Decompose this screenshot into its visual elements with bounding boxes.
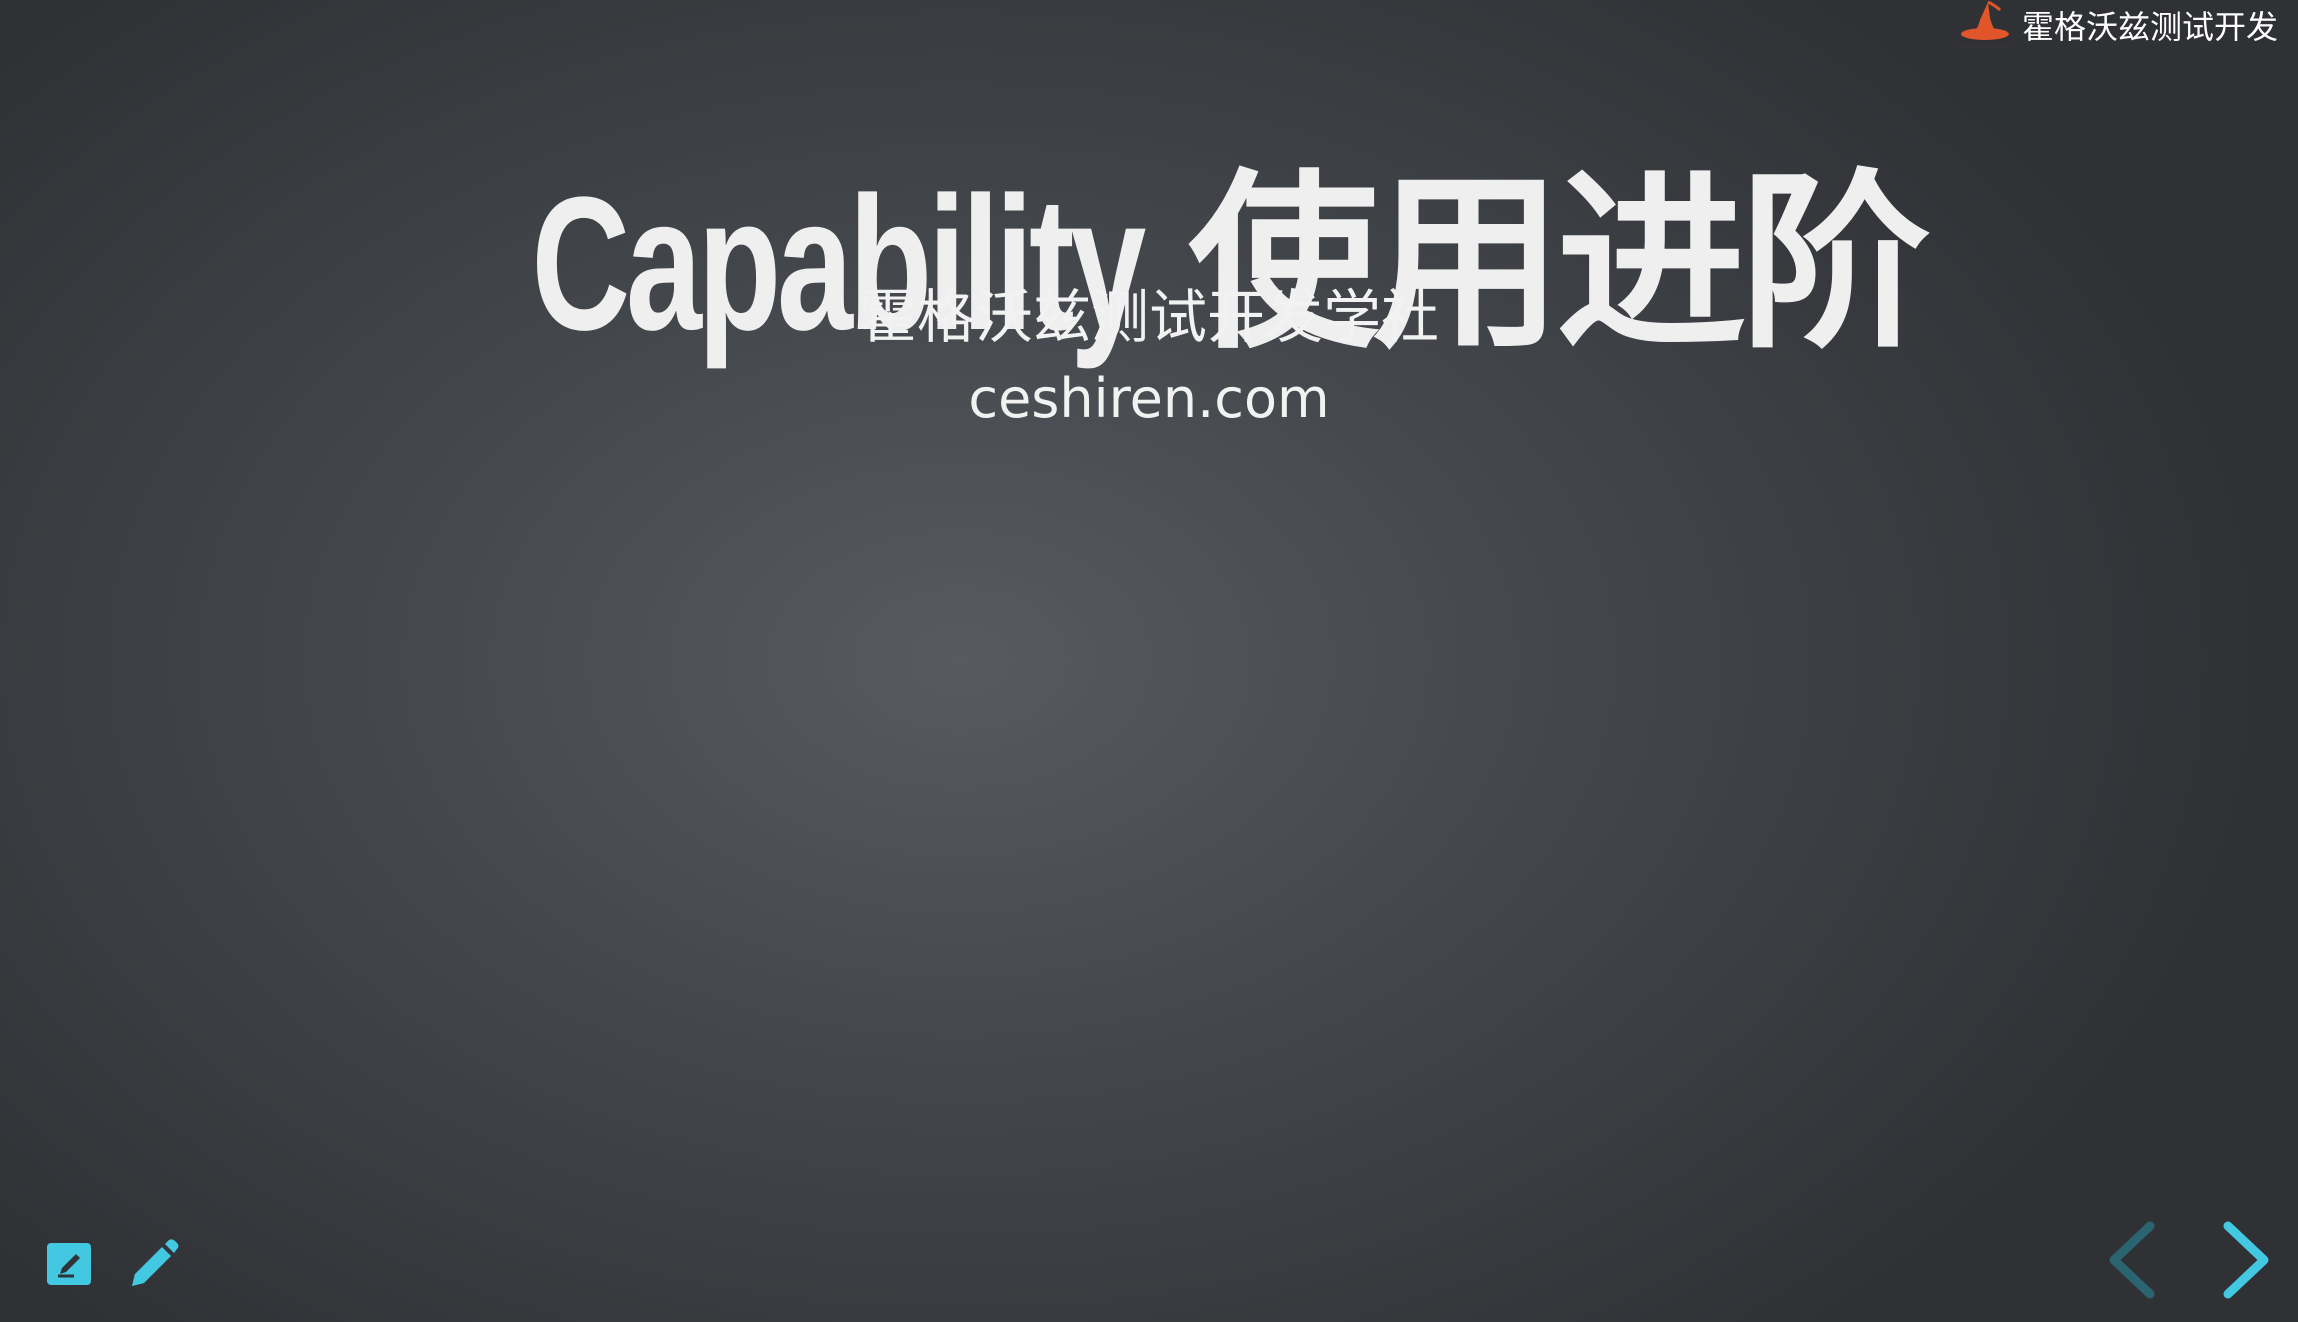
slide-subtitle: 霍格沃兹测试开发学社 xyxy=(858,283,1439,351)
chevron-left-icon xyxy=(2109,1221,2155,1299)
chevron-right-icon xyxy=(2223,1221,2269,1299)
next-slide-button[interactable] xyxy=(2214,1220,2274,1300)
edit-note-button[interactable] xyxy=(44,1238,98,1292)
previous-slide-button[interactable] xyxy=(2104,1220,2164,1300)
brand-name: 霍格沃兹测试开发 xyxy=(2021,8,2278,46)
pencil-button[interactable] xyxy=(126,1238,180,1292)
wizard-hat-icon xyxy=(1952,0,2016,50)
edit-note-icon xyxy=(47,1243,91,1285)
pencil-icon xyxy=(132,1239,179,1286)
slide-url: ceshiren.com xyxy=(968,367,1330,430)
brand-header: 霍格沃兹测试开发 xyxy=(1952,0,2278,50)
